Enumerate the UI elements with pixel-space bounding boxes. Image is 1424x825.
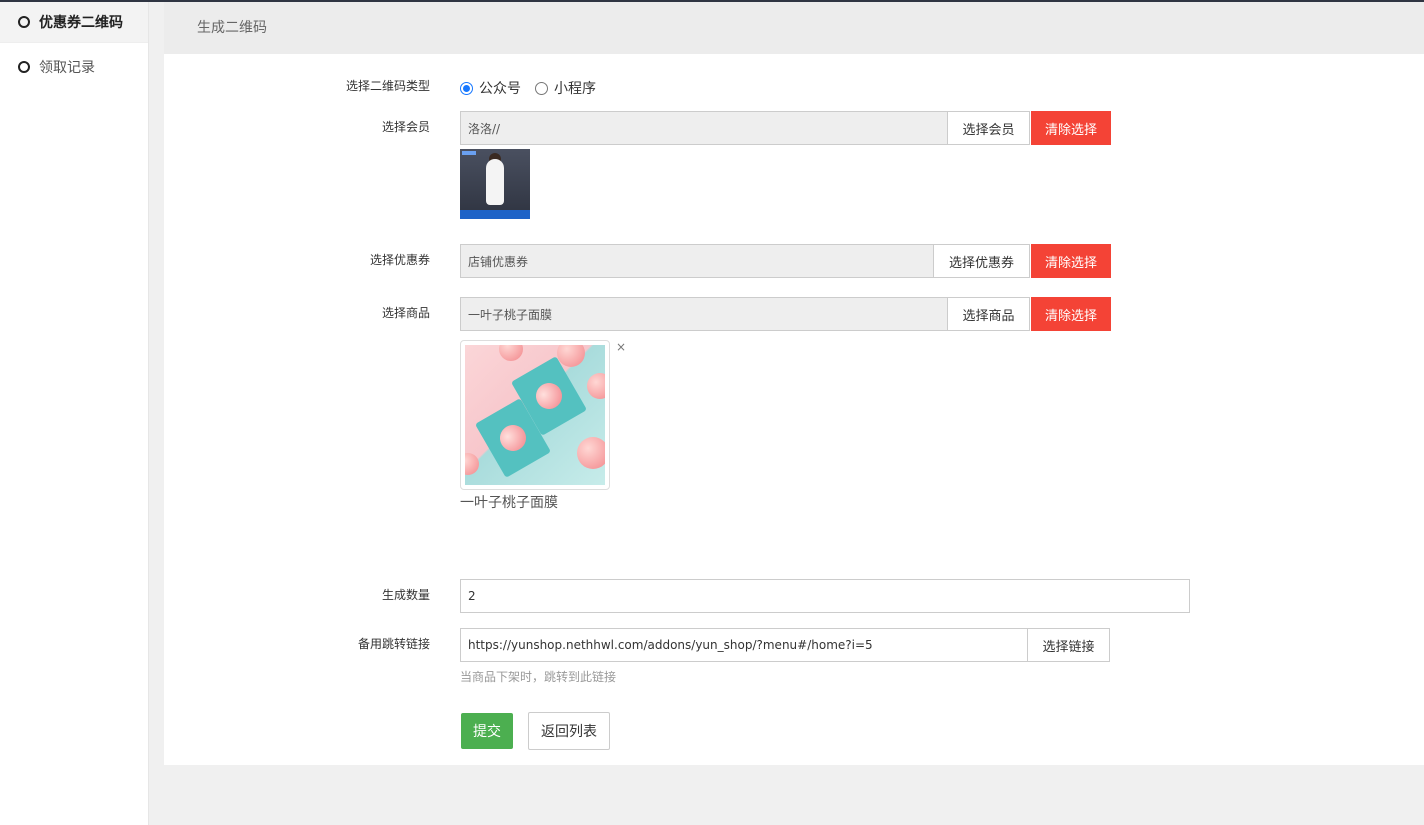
radio-official-account[interactable] <box>460 81 473 95</box>
form-panel: 选择二维码类型 公众号 小程序 选择会员 洛洛// 选择会员 清除选择 选择优惠… <box>164 54 1424 765</box>
quantity-input-group: 2 <box>460 579 1190 613</box>
circle-icon <box>18 61 30 73</box>
remove-goods-icon[interactable]: × <box>616 340 626 354</box>
member-label: 选择会员 <box>381 120 430 134</box>
member-input-group: 洛洛// 选择会员 清除选择 <box>460 111 1111 145</box>
quantity-field[interactable]: 2 <box>460 579 1190 613</box>
coupon-field[interactable]: 店铺优惠券 <box>460 244 934 278</box>
qr-type-label: 选择二维码类型 <box>345 79 430 93</box>
goods-thumbnail <box>460 340 610 490</box>
coupon-label: 选择优惠券 <box>369 253 430 267</box>
page-title: 生成二维码 <box>197 20 267 36</box>
sidebar-item-records[interactable]: 领取记录 <box>0 47 148 87</box>
goods-name: 一叶子桃子面膜 <box>460 495 558 511</box>
sidebar: 优惠券二维码 领取记录 <box>0 2 149 825</box>
backup-link-input-group: https://yunshop.nethhwl.com/addons/yun_s… <box>460 628 1110 662</box>
page-header: 生成二维码 <box>164 2 1424 54</box>
select-goods-button[interactable]: 选择商品 <box>948 297 1030 331</box>
select-coupon-button[interactable]: 选择优惠券 <box>934 244 1030 278</box>
radio-label-official-account[interactable]: 公众号 <box>479 78 521 98</box>
circle-icon <box>18 16 30 28</box>
select-link-button[interactable]: 选择链接 <box>1028 628 1110 662</box>
goods-input-group: 一叶子桃子面膜 选择商品 清除选择 <box>460 297 1111 331</box>
coupon-input-group: 店铺优惠券 选择优惠券 清除选择 <box>460 244 1111 278</box>
divider <box>0 42 148 43</box>
quantity-label: 生成数量 <box>381 588 430 602</box>
member-avatar <box>460 149 530 219</box>
backup-link-field[interactable]: https://yunshop.nethhwl.com/addons/yun_s… <box>460 628 1028 662</box>
clear-coupon-button[interactable]: 清除选择 <box>1031 244 1111 278</box>
member-field[interactable]: 洛洛// <box>460 111 948 145</box>
select-member-button[interactable]: 选择会员 <box>948 111 1030 145</box>
radio-label-mini-program[interactable]: 小程序 <box>554 78 596 98</box>
sidebar-item-label: 优惠券二维码 <box>39 15 123 31</box>
backup-link-label: 备用跳转链接 <box>357 637 430 651</box>
goods-field[interactable]: 一叶子桃子面膜 <box>460 297 948 331</box>
qr-type-radio-group: 公众号 小程序 <box>460 78 610 98</box>
submit-button[interactable]: 提交 <box>461 713 513 749</box>
back-to-list-button[interactable]: 返回列表 <box>528 712 610 750</box>
clear-goods-button[interactable]: 清除选择 <box>1031 297 1111 331</box>
sidebar-item-label: 领取记录 <box>39 60 95 76</box>
radio-mini-program[interactable] <box>535 81 548 95</box>
backup-link-help: 当商品下架时，跳转到此链接 <box>460 670 617 684</box>
sidebar-item-coupon-qrcode[interactable]: 优惠券二维码 <box>0 2 148 42</box>
goods-image <box>465 345 605 485</box>
clear-member-button[interactable]: 清除选择 <box>1031 111 1111 145</box>
goods-label: 选择商品 <box>381 306 430 320</box>
